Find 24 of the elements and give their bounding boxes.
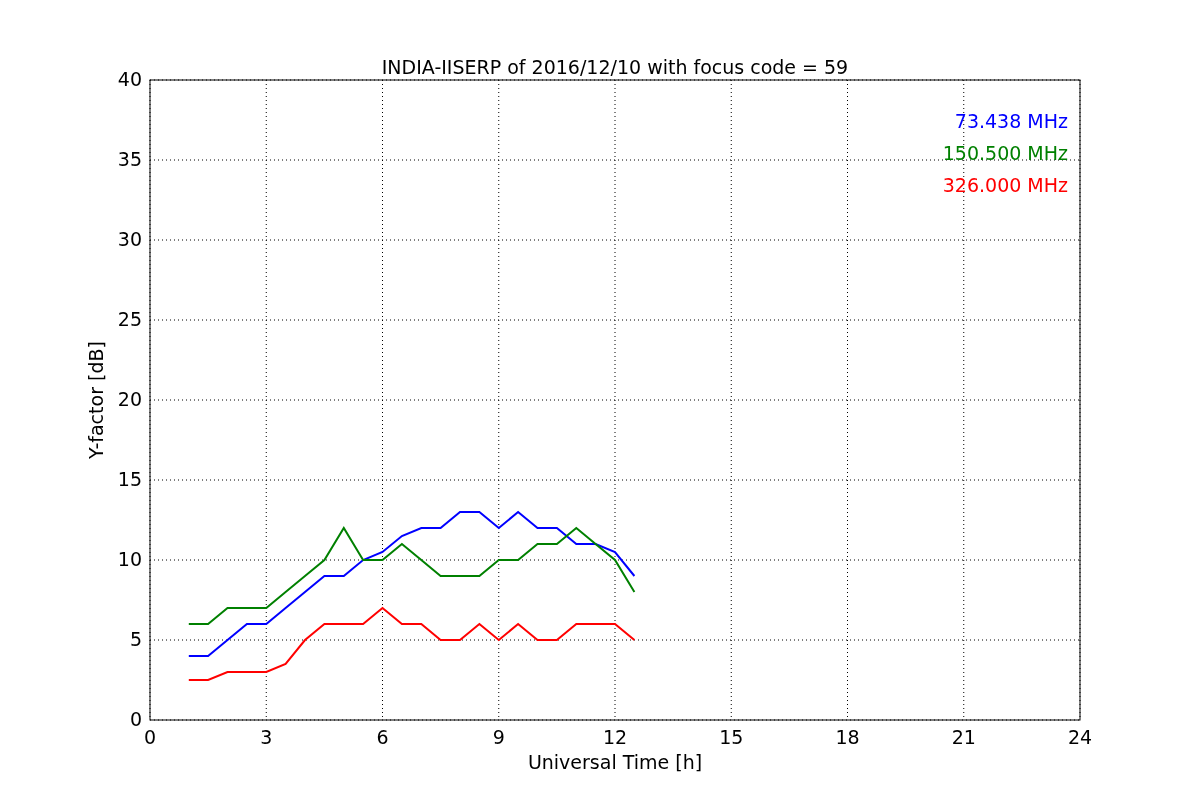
x-tick-label: 12 bbox=[602, 726, 628, 748]
x-tick-label: 18 bbox=[835, 726, 860, 748]
y-tick-label: 20 bbox=[117, 388, 142, 410]
legend-label: 73.438 MHz bbox=[954, 110, 1068, 132]
y-tick-label: 15 bbox=[117, 468, 142, 490]
x-tick-label: 6 bbox=[376, 726, 389, 748]
y-tick-label: 35 bbox=[117, 148, 142, 170]
y-tick-label: 10 bbox=[117, 548, 142, 570]
x-tick-label: 0 bbox=[143, 726, 157, 748]
x-tick-label: 9 bbox=[492, 726, 505, 748]
legend-label: 326.000 MHz bbox=[942, 174, 1068, 196]
y-tick-label: 40 bbox=[117, 68, 142, 90]
x-tick-label: 24 bbox=[1067, 726, 1093, 748]
y-tick-label: 5 bbox=[129, 628, 142, 650]
legend-label: 150.500 MHz bbox=[942, 142, 1068, 164]
chart-title: INDIA-IISERP of 2016/12/10 with focus code = 59 bbox=[381, 56, 849, 78]
y-axis-label: Y-factor [dB] bbox=[85, 341, 107, 459]
x-tick-label: 3 bbox=[260, 726, 273, 748]
x-tick-label: 15 bbox=[719, 726, 744, 748]
y-tick-label: 30 bbox=[117, 228, 142, 250]
x-tick-label: 21 bbox=[951, 726, 976, 748]
x-axis-label: Universal Time [h] bbox=[527, 751, 703, 773]
y-tick-label: 25 bbox=[117, 308, 142, 330]
y-tick-label: 0 bbox=[129, 708, 142, 730]
